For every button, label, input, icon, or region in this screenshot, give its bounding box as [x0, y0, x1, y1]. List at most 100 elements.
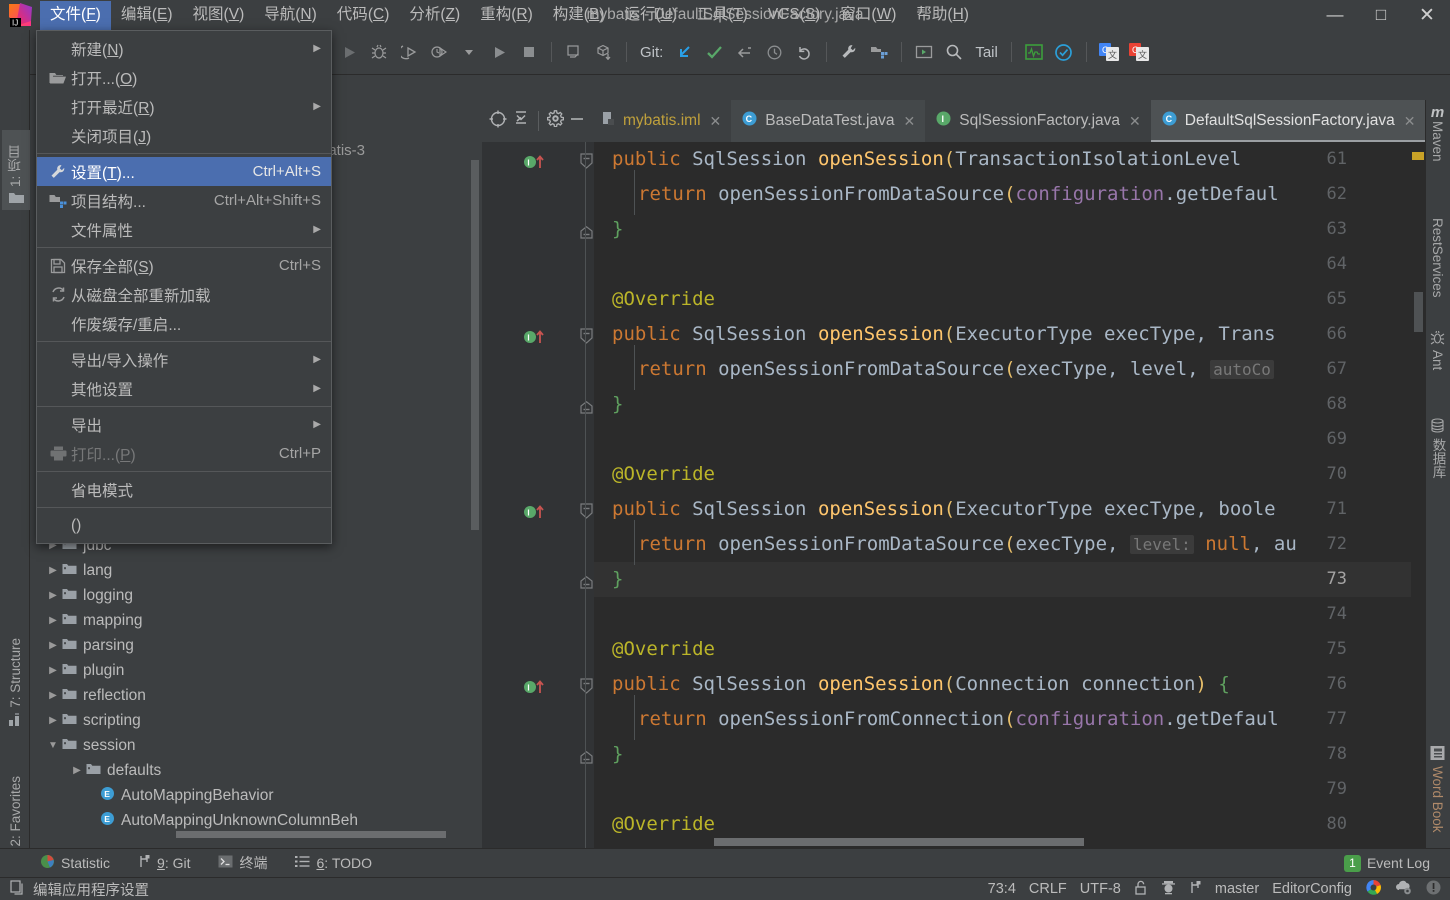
menu-item-export-import-settings[interactable]: 导出/导入操作 ▶ [37, 345, 331, 374]
tree-item-defaults[interactable]: ▶ defaults [30, 758, 482, 783]
tool-window-git[interactable]: 9: Git [124, 854, 204, 872]
menu-navigate[interactable]: 导航(N) [254, 1, 327, 30]
code-editor[interactable]: 61 62 63 64 65 66 67 68 69 70 71 72 73 7… [482, 142, 1425, 848]
hide-icon[interactable] [568, 110, 586, 133]
menu-edit[interactable]: 编辑(E) [111, 1, 183, 30]
tree-item-scripting[interactable]: ▶ scripting [30, 708, 482, 733]
editor-tab-bar[interactable]: mybatis.iml ✕ C BaseDataTest.java ✕ I Sq… [482, 100, 1425, 142]
git-commit-icon[interactable] [699, 37, 729, 67]
close-icon[interactable]: ✕ [904, 113, 916, 130]
menu-vcs[interactable]: VCS(S) [758, 1, 831, 30]
close-button[interactable]: ✕ [1404, 0, 1450, 30]
tree-item-parsing[interactable]: ▶ parsing [30, 633, 482, 658]
menu-item-open-recent[interactable]: 打开最近(R) ▶ [37, 92, 331, 121]
sidebar-item-structure[interactable]: 7: Structure [0, 630, 30, 740]
menu-view[interactable]: 视图(V) [183, 1, 255, 30]
sidebar-item-wordbook[interactable]: Word Book [1425, 745, 1450, 833]
git-update-icon[interactable] [669, 37, 699, 67]
terminal-icon[interactable] [909, 37, 939, 67]
tree-item-automappingbehavior[interactable]: ▶ E AutoMappingBehavior [30, 783, 482, 808]
tree-item-session[interactable]: ▼ session [30, 733, 482, 758]
menu-code[interactable]: 代码(C) [327, 1, 400, 30]
chevron-down-icon[interactable]: ▼ [46, 740, 60, 751]
tool-window-todo[interactable]: 6: TODO [281, 855, 386, 871]
tab-defaultsqlsessionfactory-java[interactable]: C DefaultSqlSessionFactory.java ✕ [1151, 100, 1426, 142]
run-icon[interactable] [334, 37, 364, 67]
fold-collapse-icon[interactable] [578, 324, 594, 359]
project-hscrollbar[interactable] [176, 831, 446, 838]
google-icon[interactable] [1365, 879, 1382, 900]
translate-red-icon[interactable]: G文 [1124, 37, 1154, 67]
chevron-right-icon[interactable]: ▶ [46, 665, 60, 676]
menu-bar[interactable]: 文件(F) 编辑(E) 视图(V) 导航(N) 代码(C) 分析(Z) 重构(R… [40, 0, 979, 30]
menu-run[interactable]: 运行(U) [614, 1, 687, 30]
menu-item-reload-all-from-disk[interactable]: 从磁盘全部重新加载 [37, 280, 331, 309]
caret-position[interactable]: 73:4 [988, 881, 1016, 897]
menu-analyze[interactable]: 分析(Z) [399, 1, 470, 30]
scrollbar-thumb[interactable] [1414, 292, 1423, 332]
tree-item-plugin[interactable]: ▶ plugin [30, 658, 482, 683]
package-icon[interactable] [589, 37, 619, 67]
cloud-settings-icon[interactable] [1395, 879, 1412, 899]
profile-icon[interactable] [424, 37, 454, 67]
locate-icon[interactable] [488, 109, 508, 134]
editor-vertical-scrollbar[interactable] [1411, 142, 1425, 848]
search-everywhere-icon[interactable] [939, 37, 969, 67]
file-encoding[interactable]: UTF-8 [1080, 881, 1121, 897]
window-controls[interactable]: — □ ✕ [1312, 0, 1450, 30]
tree-item-automappingunknowncolumnbehavior[interactable]: ▶ E AutoMappingUnknownColumnBeh [30, 808, 482, 833]
fold-collapse-icon[interactable] [578, 674, 594, 709]
monitor-icon[interactable] [1019, 37, 1049, 67]
fold-end-icon[interactable] [578, 219, 594, 254]
line-separator[interactable]: CRLF [1029, 881, 1067, 897]
menu-item-project-structure[interactable]: 项目结构... Ctrl+Alt+Shift+S [37, 186, 331, 215]
sidebar-item-maven[interactable]: m Maven [1425, 104, 1450, 162]
fold-collapse-icon[interactable] [578, 149, 594, 184]
run-with-coverage-icon[interactable] [394, 37, 424, 67]
collapse-all-icon[interactable] [512, 110, 530, 133]
close-icon[interactable]: ✕ [1404, 113, 1416, 130]
git-history-icon[interactable] [759, 37, 789, 67]
menu-refactor[interactable]: 重构(R) [470, 1, 543, 30]
git-revert-icon[interactable] [789, 37, 819, 67]
menu-item-power-save-mode[interactable]: 省电模式 [37, 475, 331, 504]
menu-window[interactable]: 窗口(W) [830, 1, 906, 30]
menu-item-export[interactable]: 导出 ▶ [37, 410, 331, 439]
menu-item-close-project[interactable]: 关闭项目(J) [37, 121, 331, 150]
menu-item-save-all[interactable]: 保存全部(S) Ctrl+S [37, 251, 331, 280]
project-scrollbar[interactable] [471, 160, 479, 530]
menu-item-file-properties[interactable]: 文件属性 ▶ [37, 215, 331, 244]
scrollbar-thumb[interactable] [714, 838, 1084, 846]
event-log-button[interactable]: 1 Event Log [1330, 855, 1450, 872]
chevron-right-icon[interactable]: ▶ [46, 590, 60, 601]
notifications-icon[interactable] [1425, 879, 1442, 900]
settings-wrench-icon[interactable] [834, 37, 864, 67]
dropdown-arrow-icon[interactable] [454, 37, 484, 67]
hector-inspection-icon[interactable] [1161, 880, 1176, 899]
sidebar-item-database[interactable]: 数据库 [1425, 418, 1450, 479]
fold-end-icon[interactable] [578, 744, 594, 779]
menu-item-settings[interactable]: 设置(T)... Ctrl+Alt+S [37, 157, 331, 186]
sidebar-item-ant[interactable]: Ant [1425, 330, 1450, 370]
editor-horizontal-scrollbar[interactable] [594, 837, 1425, 848]
fold-end-icon[interactable] [578, 569, 594, 604]
menu-item-exit[interactable]: () [37, 511, 331, 540]
sidebar-item-project[interactable]: 1: 项目 [2, 130, 30, 210]
gear-icon[interactable] [547, 110, 564, 132]
tab-mybatis-iml[interactable]: mybatis.iml ✕ [592, 100, 731, 142]
stop-icon[interactable] [514, 37, 544, 67]
unlocked-icon[interactable] [1134, 880, 1148, 899]
editorconfig-indicator[interactable]: EditorConfig [1272, 881, 1352, 897]
chevron-right-icon[interactable]: ▶ [46, 565, 60, 576]
tail-label[interactable]: Tail [969, 44, 1004, 61]
fold-collapse-icon[interactable] [578, 499, 594, 534]
chevron-right-icon[interactable]: ▶ [46, 690, 60, 701]
fold-end-icon[interactable] [578, 394, 594, 429]
tree-item-reflection[interactable]: ▶ reflection [30, 683, 482, 708]
error-stripe-warning[interactable] [1412, 152, 1424, 160]
implementing-method-marker-icon[interactable]: I [523, 149, 547, 169]
tab-basedatatest-java[interactable]: C BaseDataTest.java ✕ [731, 100, 925, 142]
menu-item-other-settings[interactable]: 其他设置 ▶ [37, 374, 331, 403]
menu-tools[interactable]: 工具(T) [687, 1, 758, 30]
debug-icon[interactable] [364, 37, 394, 67]
